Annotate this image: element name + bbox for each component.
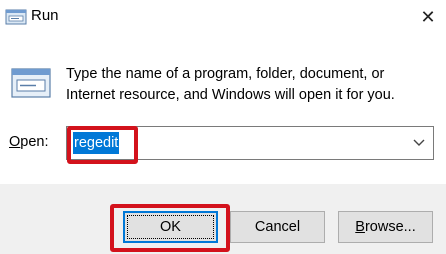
open-combobox[interactable]: regedit [66,126,434,160]
browse-mnemonic: B [355,219,365,235]
browse-button[interactable]: Browse... [338,211,433,243]
browse-label-text: rowse... [364,219,416,235]
cancel-button-label: Cancel [254,219,301,235]
window-title: Run [31,7,59,24]
open-label-text: pen: [20,134,49,150]
open-input[interactable]: regedit [73,132,120,154]
cancel-button[interactable]: Cancel [230,211,325,243]
title-bar: Run ✕ [0,0,446,34]
open-label: Open: [9,134,49,150]
run-icon [11,68,51,98]
run-icon [5,9,27,25]
dialog-description: Type the name of a program, folder, docu… [66,66,395,103]
chevron-down-icon[interactable] [413,138,425,148]
close-icon: ✕ [420,6,436,27]
browse-button-label: Browse... [355,219,415,235]
open-label-mnemonic: O [9,134,21,150]
focus-ring [127,215,214,239]
ok-button[interactable]: OK [123,211,218,243]
close-button[interactable]: ✕ [410,0,446,34]
